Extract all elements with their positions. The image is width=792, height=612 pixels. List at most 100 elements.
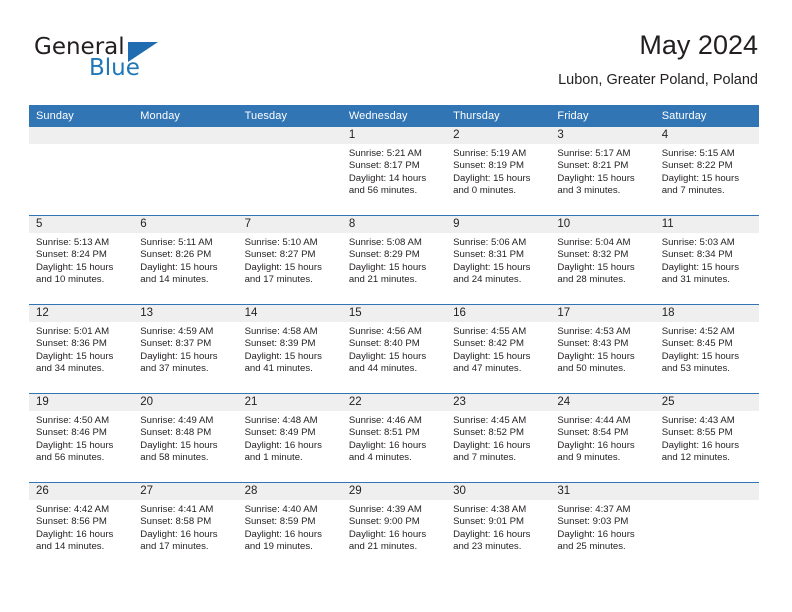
day-details: Sunrise: 4:52 AM Sunset: 8:45 PM Daylight:… — [655, 322, 759, 375]
sunset-text: Sunset: 8:32 PM — [557, 249, 629, 261]
day-cell[interactable]: 28 Sunrise: 4:40 AM Sunset: 8:59 PM Dayligh… — [237, 482, 342, 571]
day-details: Sunrise: 4:43 AM Sunset: 8:55 PM Daylight:… — [655, 411, 759, 464]
day-number: 22 — [341, 394, 447, 411]
sunset-text: Sunset: 9:00 PM — [348, 516, 420, 528]
day-cell[interactable]: 4 Sunrise: 5:15 AM Sunset: 8:22 PM Daylight… — [654, 127, 759, 216]
day-number — [654, 483, 759, 500]
day-cell[interactable]: 8 Sunrise: 5:08 AM Sunset: 8:29 PM Daylight… — [341, 215, 447, 305]
day-cell[interactable]: 22 Sunrise: 4:46 AM Sunset: 8:51 PM Dayligh… — [341, 393, 447, 483]
day-cell[interactable]: 30 Sunrise: 4:38 AM Sunset: 9:01 PM Dayligh… — [446, 482, 551, 571]
sunset-text: Sunset: 8:34 PM — [661, 249, 733, 261]
day-cell[interactable]: 9 Sunrise: 5:06 AM Sunset: 8:31 PM Daylight… — [446, 215, 551, 305]
day-cell[interactable]: 29 Sunrise: 4:39 AM Sunset: 9:00 PM Dayligh… — [341, 482, 447, 571]
sunset-text: Sunset: 8:22 PM — [661, 160, 733, 172]
daylight-text-line2: and 7 minutes. — [453, 451, 517, 463]
sunrise-text: Sunrise: 4:56 AM — [348, 326, 422, 337]
daylight-text-line1: Daylight: 15 hours — [557, 350, 635, 362]
day-details: Sunrise: 4:53 AM Sunset: 8:43 PM Daylight:… — [550, 322, 654, 375]
day-number: 30 — [446, 483, 551, 500]
day-cell-empty — [237, 127, 342, 216]
day-cell[interactable]: 16 Sunrise: 4:55 AM Sunset: 8:42 PM Dayligh… — [446, 304, 551, 394]
sunrise-text: Sunrise: 4:50 AM — [36, 415, 110, 426]
day-number: 4 — [654, 127, 759, 144]
daylight-text-line1: Daylight: 15 hours — [244, 261, 322, 273]
day-cell[interactable]: 23 Sunrise: 4:45 AM Sunset: 8:52 PM Dayligh… — [446, 393, 551, 483]
day-cell[interactable]: 7 Sunrise: 5:10 AM Sunset: 8:27 PM Daylight… — [237, 215, 342, 305]
day-cell[interactable]: 1 Sunrise: 5:21 AM Sunset: 8:17 PM Daylight… — [341, 127, 447, 216]
daylight-text-line1: Daylight: 14 hours — [348, 172, 427, 184]
sunset-text: Sunset: 8:43 PM — [557, 338, 629, 350]
sunset-text: Sunset: 8:27 PM — [244, 249, 316, 261]
calendar-week-row: 19 Sunrise: 4:50 AM Sunset: 8:46 PM Dayligh… — [29, 393, 759, 483]
day-cell[interactable]: 24 Sunrise: 4:44 AM Sunset: 8:54 PM Dayligh… — [550, 393, 655, 483]
sunrise-text: Sunrise: 4:45 AM — [453, 415, 527, 426]
day-details: Sunrise: 4:58 AM Sunset: 8:39 PM Daylight:… — [238, 322, 342, 375]
day-details: Sunrise: 5:15 AM Sunset: 8:22 PM Daylight:… — [655, 144, 759, 197]
general-blue-logo: General Blue — [34, 34, 214, 90]
sunrise-text: Sunrise: 4:42 AM — [36, 504, 110, 515]
day-cell-empty — [133, 127, 238, 216]
day-cell[interactable]: 19 Sunrise: 4:50 AM Sunset: 8:46 PM Dayligh… — [29, 393, 134, 483]
daylight-text-line1: Daylight: 15 hours — [36, 350, 114, 362]
daylight-text-line1: Daylight: 15 hours — [661, 172, 740, 184]
daylight-text-line2: and 14 minutes. — [36, 540, 105, 552]
day-number: 24 — [550, 394, 655, 411]
daylight-text-line2: and 58 minutes. — [140, 451, 209, 463]
day-cell[interactable]: 12 Sunrise: 5:01 AM Sunset: 8:36 PM Dayligh… — [29, 304, 134, 394]
day-cell[interactable]: 31 Sunrise: 4:37 AM Sunset: 9:03 PM Dayligh… — [550, 482, 655, 571]
sunset-text: Sunset: 8:39 PM — [244, 338, 316, 350]
logo-text-blue: Blue — [89, 55, 140, 81]
day-cell[interactable]: 2 Sunrise: 5:19 AM Sunset: 8:19 PM Daylight… — [446, 127, 551, 216]
day-cell[interactable]: 27 Sunrise: 4:41 AM Sunset: 8:58 PM Dayligh… — [133, 482, 238, 571]
day-details: Sunrise: 4:37 AM Sunset: 9:03 PM Daylight:… — [550, 500, 654, 553]
daylight-text-line1: Daylight: 16 hours — [140, 528, 218, 540]
daylight-text-line2: and 23 minutes. — [453, 540, 522, 552]
day-details: Sunrise: 4:41 AM Sunset: 8:58 PM Daylight:… — [133, 500, 237, 553]
weekday-header-monday: Monday — [133, 105, 238, 127]
day-cell[interactable]: 11 Sunrise: 5:03 AM Sunset: 8:34 PM Dayligh… — [654, 215, 759, 305]
day-cell[interactable]: 26 Sunrise: 4:42 AM Sunset: 8:56 PM Dayligh… — [29, 482, 134, 571]
day-cell[interactable]: 5 Sunrise: 5:13 AM Sunset: 8:24 PM Daylight… — [29, 215, 134, 305]
day-cell[interactable]: 17 Sunrise: 4:53 AM Sunset: 8:43 PM Dayligh… — [550, 304, 655, 394]
daylight-text-line2: and 1 minute. — [244, 451, 303, 463]
weekday-header-saturday: Saturday — [654, 105, 759, 127]
day-cell-empty — [29, 127, 134, 216]
sunrise-text: Sunrise: 4:55 AM — [453, 326, 527, 337]
day-details: Sunrise: 5:04 AM Sunset: 8:32 PM Daylight:… — [550, 233, 654, 286]
day-cell[interactable]: 10 Sunrise: 5:04 AM Sunset: 8:32 PM Dayligh… — [550, 215, 655, 305]
daylight-text-line1: Daylight: 15 hours — [140, 439, 218, 451]
sunrise-text: Sunrise: 4:44 AM — [557, 415, 631, 426]
day-number: 1 — [341, 127, 447, 144]
day-cell[interactable]: 13 Sunrise: 4:59 AM Sunset: 8:37 PM Dayligh… — [133, 304, 238, 394]
day-cell[interactable]: 25 Sunrise: 4:43 AM Sunset: 8:55 PM Dayligh… — [654, 393, 759, 483]
day-details: Sunrise: 4:45 AM Sunset: 8:52 PM Daylight:… — [446, 411, 550, 464]
day-cell[interactable]: 15 Sunrise: 4:56 AM Sunset: 8:40 PM Dayligh… — [341, 304, 447, 394]
sunset-text: Sunset: 8:36 PM — [36, 338, 107, 350]
daylight-text-line1: Daylight: 15 hours — [36, 439, 114, 451]
calendar-week-row: 12 Sunrise: 5:01 AM Sunset: 8:36 PM Dayligh… — [29, 304, 759, 394]
daylight-text-line2: and 17 minutes. — [244, 273, 313, 285]
day-cell[interactable]: 18 Sunrise: 4:52 AM Sunset: 8:45 PM Dayligh… — [654, 304, 759, 394]
calendar-page: General Blue May 2024 Lubon, Greater Pol… — [0, 0, 792, 612]
page-subtitle: Lubon, Greater Poland, Poland — [558, 72, 758, 88]
day-number: 19 — [29, 394, 134, 411]
daylight-text-line1: Daylight: 16 hours — [557, 439, 635, 451]
day-cell[interactable]: 6 Sunrise: 5:11 AM Sunset: 8:26 PM Daylight… — [133, 215, 238, 305]
day-details: Sunrise: 5:11 AM Sunset: 8:26 PM Daylight:… — [133, 233, 237, 286]
day-cell[interactable]: 3 Sunrise: 5:17 AM Sunset: 8:21 PM Daylight… — [550, 127, 655, 216]
day-number: 14 — [237, 305, 342, 322]
day-details: Sunrise: 4:46 AM Sunset: 8:51 PM Daylight:… — [342, 411, 446, 464]
weekday-header-sunday: Sunday — [29, 105, 134, 127]
day-details: Sunrise: 4:49 AM Sunset: 8:48 PM Daylight:… — [133, 411, 237, 464]
sunset-text: Sunset: 8:45 PM — [661, 338, 733, 350]
daylight-text-line2: and 34 minutes. — [36, 362, 105, 374]
sunrise-text: Sunrise: 4:37 AM — [557, 504, 631, 515]
daylight-text-line2: and 4 minutes. — [348, 451, 412, 463]
day-cell[interactable]: 14 Sunrise: 4:58 AM Sunset: 8:39 PM Dayligh… — [237, 304, 342, 394]
sunset-text: Sunset: 8:52 PM — [453, 427, 525, 439]
sunrise-text: Sunrise: 5:15 AM — [661, 148, 735, 159]
day-number: 29 — [341, 483, 447, 500]
page-header: General Blue May 2024 Lubon, Greater Pol… — [34, 28, 758, 100]
day-cell[interactable]: 21 Sunrise: 4:48 AM Sunset: 8:49 PM Dayligh… — [237, 393, 342, 483]
day-cell[interactable]: 20 Sunrise: 4:49 AM Sunset: 8:48 PM Dayligh… — [133, 393, 238, 483]
